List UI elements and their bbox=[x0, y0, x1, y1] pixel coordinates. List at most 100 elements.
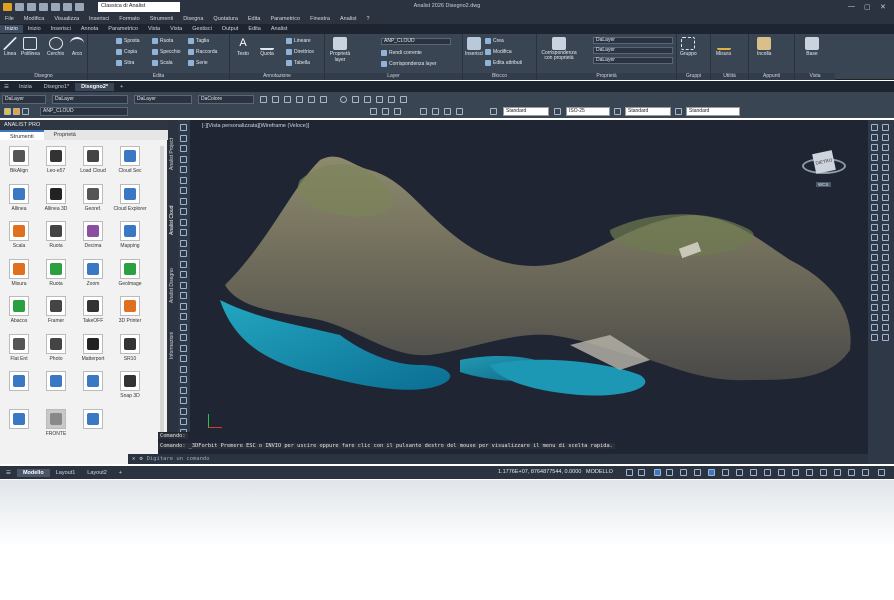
draw-tool-icon[interactable] bbox=[180, 323, 187, 331]
tool-decima[interactable]: Decima bbox=[78, 221, 108, 258]
lineweight-toggle-icon[interactable] bbox=[722, 469, 729, 476]
testo-button[interactable]: A Testo bbox=[236, 37, 250, 57]
tool-geoimage[interactable]: Geolmage bbox=[115, 258, 145, 296]
polygon-icon[interactable] bbox=[320, 96, 327, 103]
layout-tab-layout2[interactable]: Layout2 bbox=[81, 469, 113, 477]
modify-tool-icon[interactable] bbox=[882, 304, 889, 311]
line-tool-icon[interactable] bbox=[284, 96, 291, 103]
draw-tool-icon[interactable] bbox=[180, 418, 187, 425]
menu-analist[interactable]: Analist bbox=[335, 16, 362, 22]
stira-button[interactable]: Stira bbox=[116, 60, 134, 66]
modify-tool-icon[interactable] bbox=[871, 224, 878, 231]
modify-tool-icon[interactable] bbox=[871, 164, 878, 171]
modify-tool-icon[interactable] bbox=[882, 174, 889, 181]
draw-tool-icon[interactable] bbox=[180, 124, 187, 131]
draw-tool-icon[interactable] bbox=[180, 197, 187, 205]
corrispondenza-proprieta-button[interactable]: Corrispondenza con proprietà bbox=[539, 37, 579, 61]
modify-tool-icon[interactable] bbox=[871, 134, 878, 141]
lineweight-select[interactable]: DaLayer bbox=[134, 95, 192, 104]
pan-icon[interactable] bbox=[352, 96, 359, 103]
modify-tool-icon[interactable] bbox=[882, 184, 889, 191]
tab-inizio[interactable]: Inizio bbox=[0, 25, 23, 33]
design-center-icon[interactable] bbox=[432, 108, 439, 115]
zoom-window-icon[interactable] bbox=[364, 96, 371, 103]
layer-lock-icon[interactable] bbox=[22, 108, 29, 115]
command-input[interactable]: Digitare un comando bbox=[147, 456, 210, 462]
modify-tool-icon[interactable] bbox=[882, 254, 889, 261]
modify-tool-icon[interactable] bbox=[871, 234, 878, 241]
customize-cmd-icon[interactable]: ⚙ bbox=[139, 456, 142, 462]
tool-sr10[interactable]: SR10 bbox=[115, 333, 145, 371]
menu-finestra[interactable]: Finestra bbox=[305, 16, 335, 22]
modify-tool-icon[interactable] bbox=[871, 264, 878, 271]
dim-style-select[interactable]: ISO-25 bbox=[566, 107, 610, 116]
snap-icon[interactable] bbox=[272, 96, 279, 103]
modify-tool-icon[interactable] bbox=[871, 124, 878, 131]
tool-cloud-explorer[interactable]: Cloud Explorer bbox=[113, 183, 147, 221]
draw-tool-icon[interactable] bbox=[180, 355, 187, 362]
modify-tool-icon[interactable] bbox=[882, 234, 889, 241]
draw-tool-icon[interactable] bbox=[180, 166, 187, 173]
tool-framer[interactable]: Framer bbox=[41, 296, 71, 333]
model-viewport[interactable]: [-][Vista personalizzata][Wireframe (Vel… bbox=[190, 120, 868, 440]
modify-tool-icon[interactable] bbox=[871, 174, 878, 181]
lineweight-dropdown[interactable]: DaLayer bbox=[593, 57, 673, 64]
modify-tool-icon[interactable] bbox=[882, 284, 889, 291]
minimize-button[interactable]: — bbox=[848, 3, 855, 10]
tab-edita[interactable]: Edita bbox=[243, 25, 266, 33]
menu-formato[interactable]: Formato bbox=[114, 16, 144, 22]
modify-tool-icon[interactable] bbox=[882, 124, 889, 131]
modify-tool-icon[interactable] bbox=[882, 324, 889, 331]
tool-load-cloud[interactable]: Load Cloud bbox=[78, 146, 108, 183]
menu-help[interactable]: ? bbox=[361, 16, 374, 22]
tool-arrow-up[interactable] bbox=[41, 371, 71, 408]
modify-tool-icon[interactable] bbox=[882, 194, 889, 201]
draw-tool-icon[interactable] bbox=[180, 145, 187, 152]
tool-arrow-left[interactable] bbox=[4, 408, 34, 446]
ortho-icon[interactable] bbox=[654, 469, 661, 476]
tool-ruota[interactable]: Ruota bbox=[41, 221, 71, 258]
menu-file[interactable]: File bbox=[0, 16, 19, 22]
linetype-select[interactable]: DaLayer bbox=[52, 95, 128, 104]
quick-properties-icon[interactable] bbox=[820, 469, 827, 476]
doc-tab-disegno2[interactable]: Disegno2* bbox=[75, 82, 115, 91]
gruppo-button[interactable]: Gruppo bbox=[680, 37, 697, 57]
draw-tool-icon[interactable] bbox=[180, 218, 187, 226]
modify-tool-icon[interactable] bbox=[882, 134, 889, 141]
tab-proprieta[interactable]: Proprietà bbox=[44, 130, 86, 140]
modify-tool-icon[interactable] bbox=[871, 244, 878, 251]
modify-tool-icon[interactable] bbox=[882, 294, 889, 301]
layout-tab-modello[interactable]: Modello bbox=[16, 468, 50, 477]
modify-tool-icon[interactable] bbox=[871, 144, 878, 151]
tab-analist[interactable]: Analist bbox=[266, 25, 293, 33]
visual-style-icon[interactable] bbox=[400, 96, 407, 103]
units-icon[interactable] bbox=[806, 469, 813, 476]
tool-misura[interactable]: Misura bbox=[4, 258, 34, 296]
properties-icon[interactable] bbox=[420, 108, 427, 115]
layer-freeze-icon[interactable] bbox=[13, 108, 20, 115]
close-button[interactable]: ✕ bbox=[880, 3, 886, 11]
edita-attributi-button[interactable]: Edita attributi bbox=[485, 60, 522, 66]
tool-mapping[interactable]: Mapping bbox=[115, 221, 145, 258]
transparency-icon[interactable] bbox=[736, 469, 743, 476]
osnap-icon[interactable] bbox=[708, 469, 715, 476]
table-style-icon[interactable] bbox=[614, 108, 621, 115]
proprieta-layer-button[interactable]: Proprietà layer bbox=[327, 37, 353, 63]
current-layer-select[interactable]: ANP_CLOUD bbox=[40, 107, 128, 116]
hardware-accel-icon[interactable] bbox=[848, 469, 855, 476]
draw-tool-icon[interactable] bbox=[180, 208, 187, 215]
menu-disegna[interactable]: Disegna bbox=[178, 16, 208, 22]
modify-tool-icon[interactable] bbox=[882, 334, 889, 341]
scala-button[interactable]: Scala bbox=[152, 60, 173, 66]
draw-tool-icon[interactable] bbox=[180, 250, 187, 257]
modify-tool-icon[interactable] bbox=[882, 224, 889, 231]
tool-front-view[interactable]: FRONTE bbox=[41, 408, 71, 446]
tool-align[interactable]: BikAlign bbox=[4, 146, 34, 183]
layer-select[interactable]: DaLayer bbox=[2, 95, 46, 104]
new-tab-button[interactable]: + bbox=[114, 83, 129, 91]
tool-flat[interactable]: Flat Ent bbox=[4, 333, 34, 371]
hand-pan-icon[interactable] bbox=[370, 108, 377, 115]
workspace-switch-icon[interactable] bbox=[778, 469, 785, 476]
draw-tool-icon[interactable] bbox=[180, 365, 187, 373]
gear-icon[interactable] bbox=[792, 469, 799, 476]
